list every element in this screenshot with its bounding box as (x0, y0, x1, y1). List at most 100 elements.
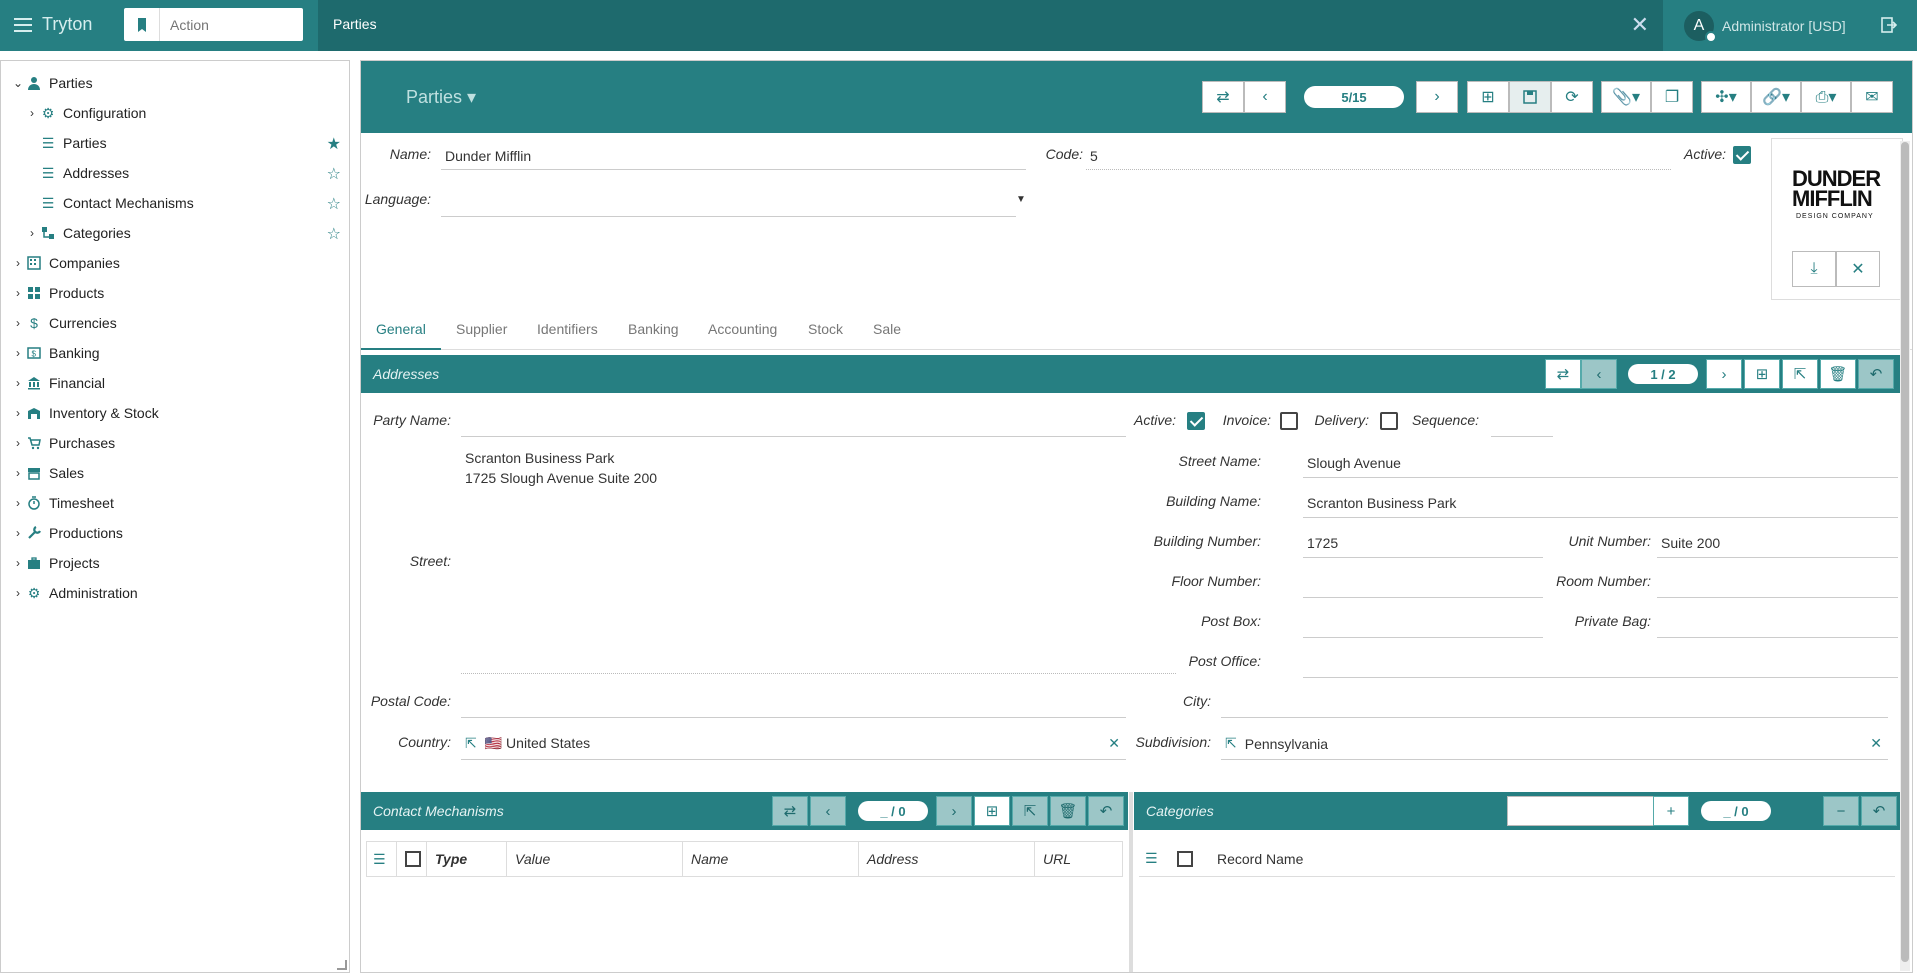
menu-hamburger-icon[interactable] (14, 17, 32, 32)
column-type[interactable]: Type (427, 842, 507, 876)
user-name[interactable]: Administrator [USD] (1722, 18, 1846, 34)
country-field[interactable]: ⇱ 🇺🇸 United States ✕ (461, 728, 1126, 760)
tab-general[interactable]: General (361, 308, 441, 350)
sidebar-item-parties[interactable]: ⌄ Parties (1, 68, 349, 98)
select-all-checkbox[interactable] (397, 842, 427, 876)
column-name[interactable]: Name (683, 842, 859, 876)
sidebar-item-purchases[interactable]: › Purchases (1, 428, 349, 458)
code-field[interactable]: 5 (1086, 142, 1671, 170)
action-menu-button[interactable]: ✣▾ (1701, 81, 1751, 113)
sidebar-item-products[interactable]: › Products (1, 278, 349, 308)
email-button[interactable]: ✉ (1851, 81, 1893, 113)
street-textarea[interactable]: Scranton Business Park 1725 Slough Avenu… (461, 444, 1176, 674)
chevron-down-icon[interactable]: ⌄ (11, 76, 25, 90)
chevron-right-icon[interactable]: › (25, 106, 39, 120)
delivery-checkbox[interactable] (1380, 412, 1398, 430)
avatar[interactable]: A (1684, 11, 1717, 43)
room-number-field[interactable] (1657, 568, 1898, 598)
star-outline-icon[interactable]: ☆ (327, 164, 341, 184)
delete-icon[interactable]: 🗑 (1050, 796, 1086, 826)
clear-icon[interactable]: ✕ (1870, 735, 1882, 752)
chevron-right-icon[interactable]: › (11, 256, 25, 270)
sidebar-item-addresses[interactable]: ☰ Addresses ☆ (1, 158, 349, 188)
sidebar-item-timesheet[interactable]: › Timesheet (1, 488, 349, 518)
column-record-name[interactable]: Record Name (1209, 841, 1809, 876)
sidebar-item-categories[interactable]: › Categories ☆ (1, 218, 349, 248)
undo-icon[interactable]: ↶ (1858, 359, 1894, 389)
new-button[interactable]: ⊞ (974, 796, 1010, 826)
logout-icon[interactable] (1880, 16, 1898, 37)
print-button[interactable]: ⎙▾ (1801, 81, 1851, 113)
subdivision-field[interactable]: ⇱ Pennsylvania ✕ (1221, 728, 1888, 760)
action-search[interactable] (124, 8, 303, 41)
previous-button[interactable]: ‹ (1244, 81, 1286, 113)
chevron-right-icon[interactable]: › (11, 556, 25, 570)
floor-number-field[interactable] (1303, 568, 1543, 598)
tab-stock[interactable]: Stock (808, 308, 843, 350)
sidebar-item-sales[interactable]: › Sales (1, 458, 349, 488)
chevron-right-icon[interactable]: › (11, 526, 25, 540)
chevron-right-icon[interactable]: › (11, 406, 25, 420)
sidebar-item-inventory-stock[interactable]: › Inventory & Stock (1, 398, 349, 428)
star-filled-icon[interactable]: ★ (327, 134, 341, 154)
sidebar-item-companies[interactable]: › Companies (1, 248, 349, 278)
open-icon[interactable]: ⇱ (1012, 796, 1048, 826)
chevron-right-icon[interactable]: › (25, 226, 39, 240)
tab-parties[interactable]: Parties (333, 16, 377, 32)
star-outline-icon[interactable]: ☆ (327, 194, 341, 214)
open-link-icon[interactable]: ⇱ (465, 735, 477, 752)
address-active-checkbox[interactable] (1187, 412, 1205, 430)
chevron-right-icon[interactable]: › (11, 286, 25, 300)
sidebar-item-currencies[interactable]: › $ Currencies (1, 308, 349, 338)
party-name-field[interactable] (461, 407, 1126, 437)
copy-button[interactable]: ❐ (1651, 81, 1693, 113)
column-url[interactable]: URL (1035, 842, 1122, 876)
building-number-field[interactable]: 1725 (1303, 528, 1543, 558)
switch-view-button[interactable]: ⇄ (1545, 359, 1581, 389)
resize-handle[interactable] (337, 960, 347, 970)
tab-accounting[interactable]: Accounting (708, 308, 777, 350)
scrollbar[interactable] (1900, 141, 1910, 971)
relate-button[interactable]: 🔗▾ (1751, 81, 1801, 113)
invoice-checkbox[interactable] (1280, 412, 1298, 430)
sidebar-item-productions[interactable]: › Productions (1, 518, 349, 548)
user-menu[interactable]: A Administrator [USD] (1684, 11, 1846, 43)
new-button[interactable]: ⊞ (1467, 81, 1509, 113)
delete-icon[interactable]: 🗑 (1820, 359, 1856, 389)
post-box-field[interactable] (1303, 608, 1543, 638)
panel-divider[interactable] (1129, 792, 1133, 972)
city-field[interactable] (1221, 688, 1888, 718)
private-bag-field[interactable] (1657, 608, 1898, 638)
column-value[interactable]: Value (507, 842, 683, 876)
download-icon[interactable]: ⤓ (1792, 251, 1836, 287)
save-button[interactable] (1509, 81, 1551, 113)
column-menu-icon[interactable]: ☰ (1139, 841, 1169, 876)
chevron-down-icon[interactable]: ▼ (1016, 194, 1026, 205)
post-office-field[interactable] (1303, 648, 1898, 678)
sidebar-item-contact-mechanisms[interactable]: ☰ Contact Mechanisms ☆ (1, 188, 349, 218)
action-input[interactable] (160, 16, 300, 33)
column-address[interactable]: Address (859, 842, 1035, 876)
sidebar-item-banking[interactable]: › $ Banking (1, 338, 349, 368)
building-name-field[interactable]: Scranton Business Park (1303, 488, 1898, 518)
clear-icon[interactable]: ✕ (1108, 735, 1120, 752)
select-all-checkbox[interactable] (1169, 841, 1209, 876)
sidebar-item-parties-list[interactable]: ☰ Parties ★ (1, 128, 349, 158)
unit-number-field[interactable]: Suite 200 (1657, 528, 1898, 558)
switch-view-button[interactable]: ⇄ (1202, 81, 1244, 113)
tab-supplier[interactable]: Supplier (456, 308, 507, 350)
open-link-icon[interactable]: ⇱ (1225, 735, 1237, 752)
sidebar-item-financial[interactable]: › Financial (1, 368, 349, 398)
sidebar-item-projects[interactable]: › Projects (1, 548, 349, 578)
next-button[interactable]: › (1416, 81, 1458, 113)
chevron-right-icon[interactable]: › (11, 496, 25, 510)
undo-icon[interactable]: ↶ (1088, 796, 1124, 826)
star-outline-icon[interactable]: ☆ (327, 224, 341, 244)
chevron-right-icon[interactable]: › (11, 586, 25, 600)
switch-view-button[interactable]: ⇄ (772, 796, 808, 826)
sidebar-item-administration[interactable]: › ⚙ Administration (1, 578, 349, 608)
next-button[interactable]: › (1706, 359, 1742, 389)
next-button[interactable]: › (936, 796, 972, 826)
tab-banking[interactable]: Banking (628, 308, 679, 350)
reload-button[interactable]: ⟳ (1551, 81, 1593, 113)
